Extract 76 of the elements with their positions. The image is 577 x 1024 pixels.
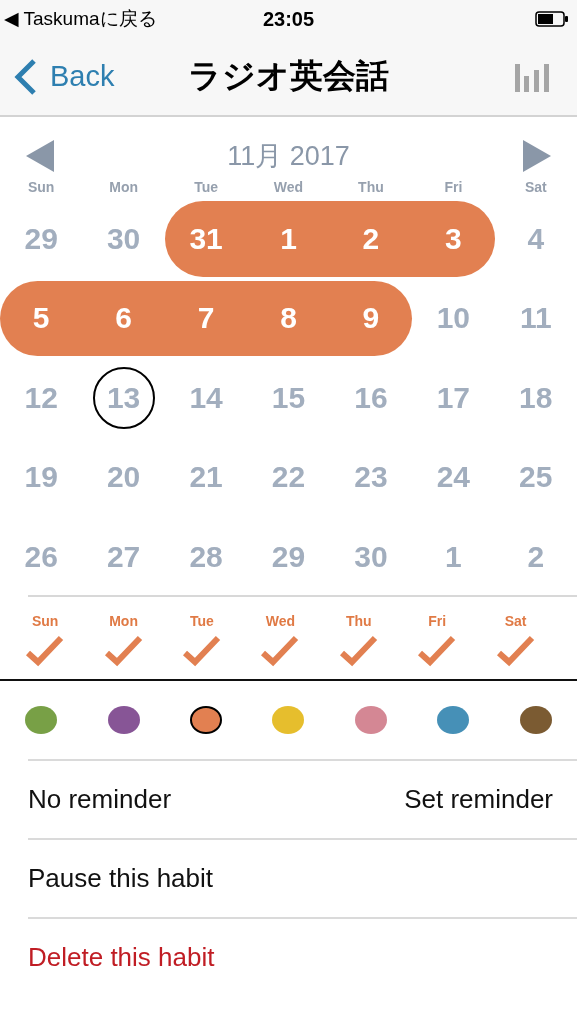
next-month-icon[interactable] <box>523 140 551 172</box>
chevron-left-icon <box>14 58 38 95</box>
color-swatch[interactable] <box>519 705 552 734</box>
color-swatch[interactable] <box>25 705 58 734</box>
checkmark-icon[interactable] <box>181 634 222 669</box>
calendar-day[interactable]: 5 <box>0 280 83 356</box>
weekday-label: Fri <box>443 179 464 197</box>
weekday-label: Fri <box>428 612 447 629</box>
pause-habit-button[interactable]: Pause this habit <box>28 862 213 894</box>
checkmark-icon[interactable] <box>25 634 66 669</box>
previous-month-icon[interactable] <box>26 140 54 172</box>
weekday-label: Tue <box>193 179 219 197</box>
color-swatch[interactable] <box>437 705 470 734</box>
calendar-day[interactable]: 30 <box>82 201 165 277</box>
weekday-label: Wed <box>272 179 305 197</box>
checkmark-icon[interactable] <box>338 634 379 669</box>
calendar-day[interactable]: 12 <box>0 360 83 436</box>
calendar-day[interactable]: 30 <box>329 519 413 595</box>
calendar-day[interactable]: 3 <box>412 201 495 277</box>
status-time: 23:05 <box>261 7 316 31</box>
bar-chart-icon[interactable] <box>515 61 549 92</box>
calendar-day[interactable]: 26 <box>0 519 83 595</box>
color-swatch[interactable] <box>272 705 305 734</box>
calendar-day[interactable]: 29 <box>247 519 330 595</box>
calendar-day[interactable]: 4 <box>494 201 577 277</box>
checkmark-icon[interactable] <box>495 634 536 669</box>
calendar-day[interactable]: 27 <box>82 519 165 595</box>
calendar-day[interactable]: 15 <box>247 360 330 436</box>
calendar-day[interactable]: 25 <box>494 439 577 515</box>
weekday-label: Thu <box>357 179 385 197</box>
calendar-day[interactable]: 2 <box>329 201 413 277</box>
weekday-label: Mon <box>109 612 138 629</box>
calendar-day[interactable]: 19 <box>0 439 83 515</box>
calendar-day[interactable]: 17 <box>412 360 495 436</box>
calendar-day[interactable]: 10 <box>412 280 495 356</box>
calendar-day[interactable]: 1 <box>412 519 495 595</box>
month-title: 11月 2017 <box>227 140 350 173</box>
back-to-app-link[interactable]: ◀ Taskumaに戻る <box>4 6 157 32</box>
calendar-day[interactable]: 22 <box>247 439 330 515</box>
calendar-day[interactable]: 23 <box>329 439 413 515</box>
checkmark-icon[interactable] <box>103 634 144 669</box>
weekday-label: Sat <box>523 179 548 197</box>
calendar-day[interactable]: 6 <box>82 280 165 356</box>
calendar-day[interactable]: 16 <box>329 360 413 436</box>
calendar-day[interactable]: 7 <box>164 280 248 356</box>
weekday-label: Sun <box>31 612 59 629</box>
calendar-day[interactable]: 2 <box>494 519 577 595</box>
calendar-day[interactable]: 20 <box>82 439 165 515</box>
weekday-label: Mon <box>108 179 139 197</box>
back-button[interactable]: Back <box>14 58 115 95</box>
calendar-day[interactable]: 24 <box>412 439 495 515</box>
reminder-status: No reminder <box>28 783 172 815</box>
checkmark-icon[interactable] <box>260 634 301 669</box>
calendar-day[interactable]: 31 <box>164 201 248 277</box>
calendar-day[interactable]: 18 <box>494 360 577 436</box>
calendar-day[interactable]: 11 <box>494 280 577 356</box>
delete-habit-button[interactable]: Delete this habit <box>28 941 215 973</box>
weekday-label: Sat <box>504 612 527 629</box>
calendar-day[interactable]: 28 <box>164 519 248 595</box>
screen-title: ラジオ英会話 <box>187 55 390 97</box>
calendar-day[interactable]: 1 <box>247 201 330 277</box>
weekday-label: Sun <box>27 179 56 197</box>
calendar-day[interactable]: 21 <box>164 439 248 515</box>
weekday-label: Tue <box>190 612 214 629</box>
weekday-label: Wed <box>265 612 295 629</box>
battery-icon <box>535 11 569 27</box>
calendar-day[interactable]: 8 <box>247 280 330 356</box>
weekday-label: Thu <box>345 612 372 629</box>
calendar-day[interactable]: 29 <box>0 201 83 277</box>
color-swatch[interactable] <box>354 705 387 734</box>
color-swatch[interactable] <box>107 705 140 734</box>
calendar-day[interactable]: 14 <box>164 360 248 436</box>
checkmark-icon[interactable] <box>417 634 458 669</box>
set-reminder-button[interactable]: Set reminder <box>404 783 553 815</box>
color-swatch[interactable] <box>190 705 223 734</box>
calendar-day[interactable]: 9 <box>329 280 413 356</box>
